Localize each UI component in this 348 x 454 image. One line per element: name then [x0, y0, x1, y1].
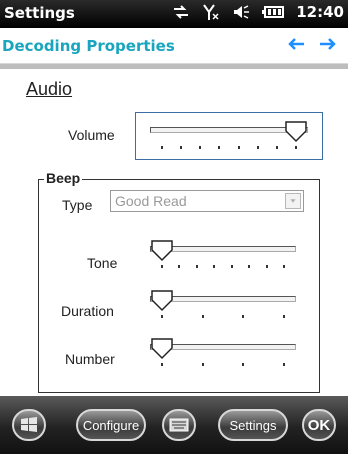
slider-tick — [256, 146, 259, 149]
audio-heading: Audio — [26, 79, 73, 99]
slider-tick — [283, 363, 285, 366]
slider-tick — [283, 315, 285, 318]
configure-button[interactable]: Configure — [76, 409, 146, 441]
status-title: Settings — [4, 4, 75, 22]
slider-tick — [275, 146, 278, 149]
keyboard-button[interactable] — [162, 409, 196, 441]
duration-slider[interactable] — [150, 289, 296, 329]
slider-tick — [180, 146, 183, 149]
slider-tick — [283, 265, 285, 268]
slider-tick — [178, 265, 181, 268]
status-time: 12:40 — [296, 3, 344, 21]
slider-thumb[interactable] — [284, 120, 308, 144]
no-signal-icon[interactable] — [202, 3, 220, 21]
chevron-down-icon[interactable] — [285, 193, 301, 209]
beep-legend: Beep — [44, 170, 83, 186]
slider-tick — [201, 363, 204, 366]
slider-tick — [237, 146, 240, 149]
bottom-toolbar: Configure Settings OK — [0, 396, 348, 454]
slider-tick — [213, 265, 216, 268]
status-bar: Settings 12:40 — [0, 0, 348, 28]
slider-tick — [265, 265, 268, 268]
slider-tick — [242, 363, 245, 366]
keyboard-icon — [169, 418, 189, 432]
slider-thumb[interactable] — [150, 239, 174, 263]
configure-label: Configure — [82, 417, 140, 433]
slider-tick — [161, 315, 163, 318]
windows-start-icon — [21, 417, 37, 432]
slider-tick — [201, 315, 204, 318]
slider-thumb[interactable] — [150, 289, 174, 313]
settings-button[interactable]: Settings — [218, 409, 288, 441]
ok-button[interactable]: OK — [302, 409, 336, 441]
slider-tick — [248, 265, 251, 268]
sync-icon[interactable] — [172, 3, 190, 21]
volume-icon[interactable] — [232, 3, 250, 21]
page-header: Decoding Properties — [0, 28, 348, 64]
volume-label: Volume — [68, 127, 115, 143]
forward-arrow-icon[interactable] — [318, 34, 338, 54]
volume-slider[interactable] — [150, 120, 308, 160]
slider-tick — [230, 265, 233, 268]
tone-label: Tone — [87, 255, 118, 271]
slider-tick — [195, 265, 198, 268]
slider-tick — [242, 315, 245, 318]
battery-icon[interactable] — [262, 3, 285, 21]
page-title: Decoding Properties — [2, 37, 175, 55]
slider-tick — [199, 146, 202, 149]
tone-slider[interactable] — [150, 239, 296, 279]
type-select-value: Good Read — [115, 193, 187, 209]
type-label: Type — [62, 197, 93, 213]
slider-tick — [161, 363, 163, 366]
start-button[interactable] — [12, 409, 46, 441]
slider-tick — [295, 146, 297, 149]
settings-content: Audio Volume Beep Type Good Read Tone Du… — [0, 69, 348, 396]
slider-tick — [218, 146, 221, 149]
number-label: Number — [65, 351, 115, 367]
slider-thumb[interactable] — [150, 337, 174, 361]
settings-label: Settings — [229, 417, 277, 433]
number-slider[interactable] — [150, 337, 296, 377]
type-select[interactable]: Good Read — [110, 190, 304, 212]
duration-label: Duration — [61, 303, 114, 319]
back-arrow-icon[interactable] — [286, 34, 306, 54]
slider-tick — [161, 265, 163, 268]
slider-tick — [161, 146, 163, 149]
ok-label: OK — [307, 416, 331, 434]
